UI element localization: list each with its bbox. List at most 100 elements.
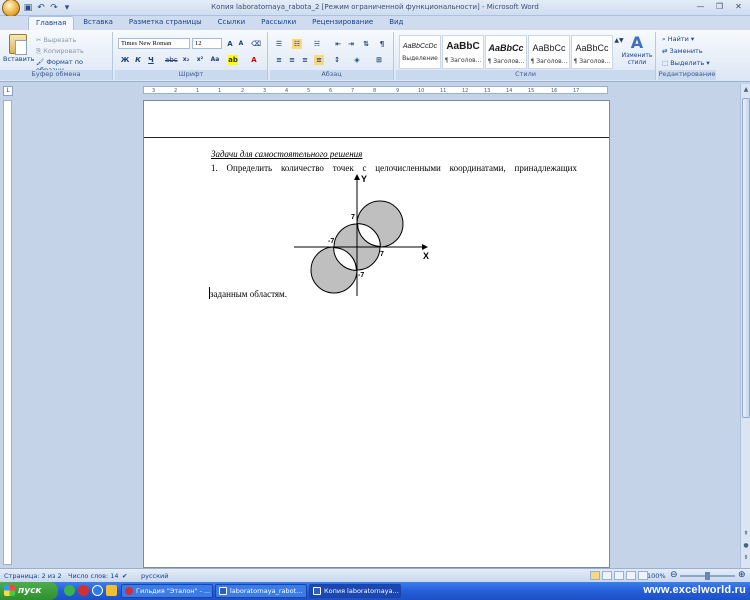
select-icon: ⬚	[662, 59, 669, 67]
tab-mailings[interactable]: Рассылки	[254, 16, 303, 30]
sort-icon[interactable]: ⇅	[361, 39, 371, 49]
page-count[interactable]: Страница: 2 из 2	[4, 572, 62, 580]
justify-icon[interactable]: ≡	[314, 55, 324, 65]
bold-icon[interactable]: Ж	[120, 55, 130, 65]
browse-object-icon[interactable]: ●	[741, 542, 750, 552]
cut-button[interactable]: ✂ Вырезать	[36, 36, 76, 44]
tab-home[interactable]: Главная	[28, 16, 75, 30]
tab-view[interactable]: Вид	[382, 16, 410, 30]
paste-button[interactable]: Вставить	[3, 34, 34, 68]
highlight-icon[interactable]: ab	[228, 55, 238, 65]
taskbar-item-word-original[interactable]: laboratornaya_rabot...	[215, 584, 307, 598]
zoom-level[interactable]: 100%	[647, 572, 666, 580]
vertical-scrollbar[interactable]: ▲ ⇞ ● ⇟	[740, 84, 750, 568]
grow-font-icon[interactable]: A	[225, 39, 235, 49]
ruler-tick-label: 4	[285, 88, 289, 94]
select-button[interactable]: ⬚ Выделить ▾	[662, 59, 710, 67]
increase-indent-icon[interactable]: ⇥	[346, 39, 356, 49]
ruler-tick-label: 14	[506, 88, 513, 94]
ruler-tick-label: 1	[218, 88, 222, 94]
multilevel-list-icon[interactable]: ☵	[312, 39, 322, 49]
start-button[interactable]: пуск	[0, 582, 58, 600]
maximize-button[interactable]: ❐	[711, 1, 728, 13]
scroll-thumb[interactable]	[742, 98, 750, 418]
internet-explorer-icon[interactable]	[92, 585, 103, 596]
borders-icon[interactable]: ⊞	[374, 55, 384, 65]
numbering-icon[interactable]: ☷	[292, 39, 302, 49]
tab-page-layout[interactable]: Разметка страницы	[122, 16, 209, 30]
subscript-icon[interactable]: x₂	[181, 55, 191, 65]
shading-icon[interactable]: ◈	[352, 55, 362, 65]
tab-selector[interactable]: L	[3, 86, 13, 96]
bullets-icon[interactable]: ☰	[274, 39, 284, 49]
regions-figure: X Y 7 -7 7 -7	[294, 174, 429, 296]
underline-icon[interactable]: Ч	[146, 55, 156, 65]
clipboard-group: Вставить ✂ Вырезать ⎘ Копировать 🖌 Форма…	[0, 32, 113, 80]
tab-insert[interactable]: Вставка	[76, 16, 120, 30]
clipboard-icon	[9, 34, 27, 55]
line-spacing-icon[interactable]: ↕	[332, 55, 342, 65]
align-right-icon[interactable]: ≡	[300, 55, 310, 65]
word-icon	[313, 587, 321, 595]
replace-button[interactable]: ⇄ Заменить	[662, 47, 703, 55]
site-watermark: www.excelworld.ru	[643, 584, 746, 596]
tab-references[interactable]: Ссылки	[211, 16, 253, 30]
language-indicator[interactable]: русский	[141, 572, 169, 580]
style-emphasis[interactable]: AaBbCcDc Выделение	[399, 35, 441, 69]
next-page-icon[interactable]: ⇟	[741, 554, 750, 564]
editing-group-label: Редактирование	[658, 70, 716, 80]
style-heading-2[interactable]: AaBbCc ¶ Заголов...	[485, 35, 527, 69]
quick-launch-icon[interactable]	[64, 585, 75, 596]
decrease-indent-icon[interactable]: ⇤	[333, 39, 343, 49]
ruler-tick-label: 12	[462, 88, 469, 94]
vertical-ruler[interactable]	[3, 100, 12, 565]
show-desktop-icon[interactable]	[106, 585, 117, 596]
style-heading-4[interactable]: AaBbCc ¶ Заголов...	[571, 35, 613, 69]
proofing-icon[interactable]: ✔	[122, 572, 127, 580]
ruler-tick-label: 7	[351, 88, 355, 94]
full-screen-view-button[interactable]	[602, 571, 612, 580]
word-count[interactable]: Число слов: 14	[68, 572, 119, 580]
copy-button[interactable]: ⎘ Копировать	[36, 47, 84, 56]
strikethrough-icon[interactable]: abc	[165, 55, 178, 65]
taskbar-item-browser[interactable]: Гильдия "Эталон" - ...	[121, 584, 213, 598]
align-center-icon[interactable]: ≡	[287, 55, 297, 65]
change-case-icon[interactable]: Aa	[210, 55, 220, 65]
binoculars-icon: ⌕	[662, 35, 666, 43]
print-layout-view-button[interactable]	[590, 571, 600, 580]
italic-icon[interactable]: К	[133, 55, 143, 65]
shrink-font-icon[interactable]: A	[236, 39, 246, 49]
web-layout-view-button[interactable]	[614, 571, 624, 580]
find-button[interactable]: ⌕ Найти ▾	[662, 35, 694, 44]
outline-view-button[interactable]	[626, 571, 636, 580]
zoom-in-icon[interactable]: ⊕	[738, 570, 746, 580]
horizontal-ruler[interactable]: 3 2 1 1 2 3 4 5 6 7 8 9 10 11 12 13 14 15 16 17	[143, 86, 608, 94]
section-heading: Задачи для самостоятельного решения	[211, 149, 363, 159]
document-page[interactable]: Задачи для самостоятельного решения 1. О…	[143, 100, 610, 568]
opera-icon[interactable]	[78, 585, 89, 596]
scroll-up-icon[interactable]: ▲	[741, 86, 750, 96]
taskbar-item-word-copy[interactable]: Копия laboratornaya...	[309, 584, 401, 598]
close-button[interactable]: ✕	[730, 1, 747, 13]
zoom-out-icon[interactable]: ⊖	[670, 570, 678, 580]
font-name-select[interactable]: Times New Roman	[118, 38, 190, 49]
style-heading-1[interactable]: AaBbC ¶ Заголов...	[442, 35, 484, 69]
clear-format-icon[interactable]: ⌫	[251, 39, 261, 49]
change-styles-button[interactable]: A Изменить стили	[621, 34, 653, 67]
previous-page-icon[interactable]: ⇞	[741, 530, 750, 540]
style-heading-3[interactable]: AaBbCc ¶ Заголов...	[528, 35, 570, 69]
ruler-tick-label: 17	[573, 88, 580, 94]
tab-review[interactable]: Рецензирование	[305, 16, 380, 30]
font-color-icon[interactable]: A	[249, 55, 259, 65]
font-size-select[interactable]: 12	[192, 38, 222, 49]
zoom-slider-handle[interactable]	[705, 572, 710, 580]
ruler-tick-label: 1	[196, 88, 200, 94]
align-left-icon[interactable]: ≡	[274, 55, 284, 65]
style-sample: AaBbCc	[488, 43, 524, 53]
styles-group-label: Стили	[396, 70, 655, 80]
replace-icon: ⇄	[662, 47, 668, 55]
minimize-button[interactable]: —	[692, 1, 709, 13]
show-marks-icon[interactable]: ¶	[377, 39, 387, 49]
superscript-icon[interactable]: x²	[195, 55, 205, 65]
ruler-tick-label: 11	[440, 88, 447, 94]
